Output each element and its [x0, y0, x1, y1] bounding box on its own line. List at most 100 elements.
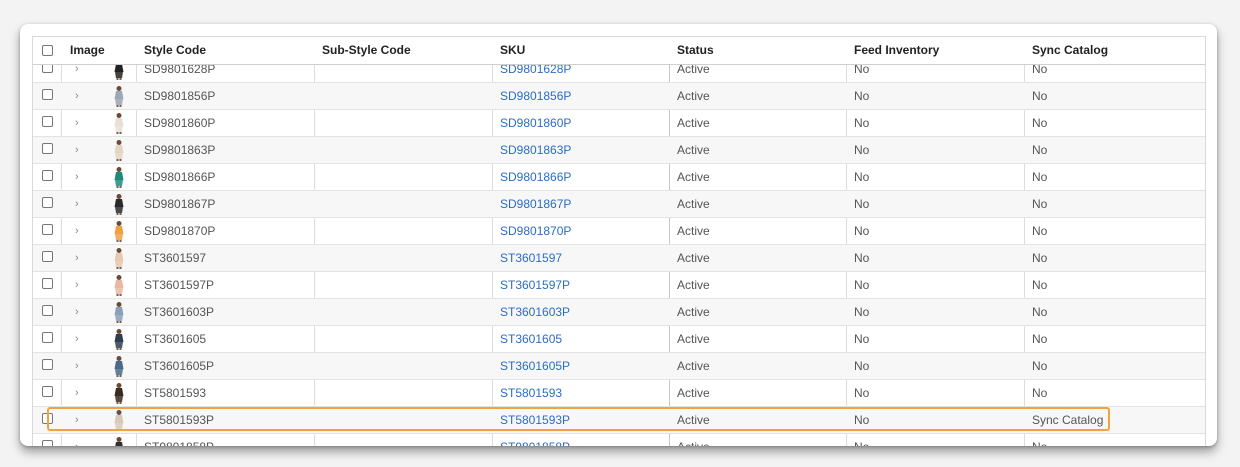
- row-checkbox[interactable]: [42, 89, 53, 100]
- feed-inventory-cell: No: [854, 359, 870, 373]
- sku-link[interactable]: SD9801863P: [500, 137, 571, 163]
- table-row[interactable]: › ST3601597P ST3601597P Active No No: [33, 272, 1205, 299]
- row-checkbox[interactable]: [42, 224, 53, 235]
- row-checkbox[interactable]: [42, 170, 53, 181]
- product-thumbnail[interactable]: [111, 355, 127, 377]
- sku-link[interactable]: SD9801856P: [500, 83, 571, 109]
- highlight-outline: [47, 407, 1110, 431]
- chevron-right-icon[interactable]: ›: [75, 191, 79, 217]
- table-row[interactable]: › ST3601605 ST3601605 Active No No: [33, 326, 1205, 353]
- product-thumbnail[interactable]: [111, 436, 127, 446]
- table-row[interactable]: › SD9801866P SD9801866P Active No No: [33, 164, 1205, 191]
- sku-link[interactable]: ST3601605: [500, 326, 562, 352]
- sku-link[interactable]: ST3601597P: [500, 272, 570, 298]
- feed-inventory-cell: No: [854, 386, 870, 400]
- product-thumbnail[interactable]: [111, 220, 127, 242]
- table-row[interactable]: › ST5801593 ST5801593 Active No No: [33, 380, 1205, 407]
- header-sync-catalog[interactable]: Sync Catalog: [1032, 37, 1108, 64]
- row-checkbox[interactable]: [42, 332, 53, 343]
- sync-catalog-cell: No: [1032, 197, 1048, 211]
- row-checkbox[interactable]: [42, 197, 53, 208]
- product-thumbnail[interactable]: [111, 112, 127, 134]
- header-image[interactable]: Image: [70, 37, 105, 64]
- sku-link[interactable]: ST3601597: [500, 245, 562, 271]
- style-code-cell: SD9801870P: [144, 224, 216, 238]
- header-feed-inventory[interactable]: Feed Inventory: [854, 37, 939, 64]
- product-thumbnail[interactable]: [111, 301, 127, 323]
- row-checkbox[interactable]: [42, 440, 53, 446]
- table-row[interactable]: › SD9801860P SD9801860P Active No No: [33, 110, 1205, 137]
- sku-link[interactable]: SD9801866P: [500, 164, 571, 190]
- table-rows: › SD9801628P SD9801628P Active No No › SD980185…: [33, 56, 1205, 446]
- chevron-right-icon[interactable]: ›: [75, 353, 79, 379]
- chevron-right-icon[interactable]: ›: [75, 326, 79, 352]
- chevron-right-icon[interactable]: ›: [75, 299, 79, 325]
- product-thumbnail[interactable]: [111, 382, 127, 404]
- sku-link[interactable]: SD9801867P: [500, 191, 571, 217]
- product-thumbnail[interactable]: [111, 274, 127, 296]
- table-row[interactable]: › ST9801858P ST9801858P Active No No: [33, 434, 1205, 446]
- table-row[interactable]: › SD9801870P SD9801870P Active No No: [33, 218, 1205, 245]
- feed-inventory-cell: No: [854, 170, 870, 184]
- header-status[interactable]: Status: [677, 37, 714, 64]
- table-body: › SD9801628P SD9801628P Active No No › SD980185…: [33, 59, 1205, 446]
- sync-catalog-cell: No: [1032, 224, 1048, 238]
- product-thumbnail[interactable]: [111, 247, 127, 269]
- chevron-right-icon[interactable]: ›: [75, 380, 79, 406]
- header-style-code[interactable]: Style Code: [144, 37, 206, 64]
- style-code-cell: ST3601597P: [144, 278, 215, 292]
- product-thumbnail[interactable]: [111, 85, 127, 107]
- row-checkbox[interactable]: [42, 251, 53, 262]
- feed-inventory-cell: No: [854, 224, 870, 238]
- product-thumbnail[interactable]: [111, 139, 127, 161]
- style-code-cell: ST3601603P: [144, 305, 215, 319]
- table-row[interactable]: › ST3601603P ST3601603P Active No No: [33, 299, 1205, 326]
- sku-link[interactable]: ST9801858P: [500, 434, 570, 446]
- row-checkbox[interactable]: [42, 305, 53, 316]
- header-sku[interactable]: SKU: [500, 37, 525, 64]
- chevron-right-icon[interactable]: ›: [75, 164, 79, 190]
- row-checkbox[interactable]: [42, 359, 53, 370]
- style-code-cell: ST9801858P: [144, 434, 214, 446]
- feed-inventory-cell: No: [854, 251, 870, 265]
- select-all-checkbox[interactable]: [42, 45, 53, 56]
- product-thumbnail[interactable]: [111, 193, 127, 215]
- style-code-cell: SD9801866P: [144, 170, 216, 184]
- sku-link[interactable]: SD9801870P: [500, 218, 571, 244]
- row-checkbox[interactable]: [42, 143, 53, 154]
- sku-link[interactable]: SD9801860P: [500, 110, 571, 136]
- header-sub-style-code[interactable]: Sub-Style Code: [322, 37, 411, 64]
- sku-link[interactable]: ST3601603P: [500, 299, 570, 325]
- chevron-right-icon[interactable]: ›: [75, 83, 79, 109]
- row-checkbox[interactable]: [42, 116, 53, 127]
- sync-catalog-cell: No: [1032, 170, 1048, 184]
- status-cell: Active: [677, 434, 710, 446]
- chevron-right-icon[interactable]: ›: [75, 110, 79, 136]
- chevron-right-icon[interactable]: ›: [75, 272, 79, 298]
- table-row[interactable]: › ST3601597 ST3601597 Active No No: [33, 245, 1205, 272]
- row-checkbox[interactable]: [42, 278, 53, 289]
- chevron-right-icon[interactable]: ›: [75, 137, 79, 163]
- table-row[interactable]: › SD9801856P SD9801856P Active No No: [33, 83, 1205, 110]
- table-row[interactable]: › SD9801863P SD9801863P Active No No: [33, 137, 1205, 164]
- sync-catalog-cell: No: [1032, 278, 1048, 292]
- sku-link[interactable]: ST3601605P: [500, 353, 570, 379]
- product-thumbnail[interactable]: [111, 328, 127, 350]
- sku-link[interactable]: ST5801593: [500, 380, 562, 406]
- status-cell: Active: [677, 197, 710, 211]
- feed-inventory-cell: No: [854, 197, 870, 211]
- feed-inventory-cell: No: [854, 143, 870, 157]
- feed-inventory-cell: No: [854, 332, 870, 346]
- table-row[interactable]: › ST3601605P ST3601605P Active No No: [33, 353, 1205, 380]
- table-row[interactable]: › SD9801867P SD9801867P Active No No: [33, 191, 1205, 218]
- chevron-right-icon[interactable]: ›: [75, 245, 79, 271]
- row-checkbox[interactable]: [42, 386, 53, 397]
- chevron-right-icon[interactable]: ›: [75, 434, 79, 446]
- chevron-right-icon[interactable]: ›: [75, 218, 79, 244]
- product-thumbnail[interactable]: [111, 166, 127, 188]
- feed-inventory-cell: No: [854, 434, 869, 446]
- sync-catalog-cell: No: [1032, 89, 1048, 103]
- sync-catalog-cell: No: [1032, 251, 1048, 265]
- table-header: Image Style Code Sub-Style Code SKU Stat…: [33, 37, 1205, 65]
- status-cell: Active: [677, 224, 710, 238]
